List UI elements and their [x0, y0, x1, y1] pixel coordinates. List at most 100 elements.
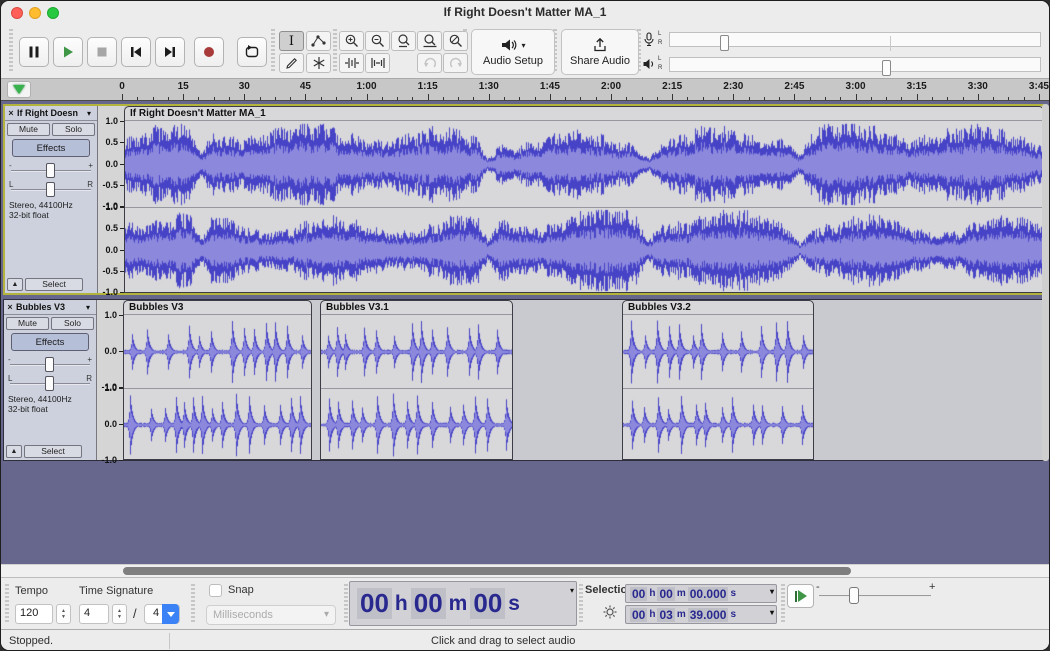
- audio-setup-button[interactable]: ▾ Audio Setup: [471, 29, 555, 75]
- time-format-caret-icon[interactable]: [570, 586, 574, 595]
- waveform-channel[interactable]: [321, 389, 512, 460]
- track-waveform-lane[interactable]: If Right Doesn't Matter MA_1: [124, 106, 1042, 293]
- track-menu-caret-icon[interactable]: [87, 109, 97, 118]
- pan-slider[interactable]: L R: [9, 180, 93, 196]
- clip-title[interactable]: If Right Doesn't Matter MA_1: [125, 107, 1043, 121]
- play-at-speed-button[interactable]: [787, 584, 814, 608]
- toolbar-grip[interactable]: [9, 29, 13, 72]
- gain-slider-thumb[interactable]: [45, 357, 54, 372]
- skip-to-end-button[interactable]: [155, 37, 185, 67]
- zoom-in-button[interactable]: [339, 31, 364, 51]
- audio-position-display[interactable]: 00 h 00 m 00 s: [349, 581, 577, 626]
- play-button[interactable]: [53, 37, 83, 67]
- pan-slider[interactable]: L R: [8, 374, 92, 390]
- stop-button[interactable]: [87, 37, 117, 67]
- time-signature-upper-input[interactable]: 4: [79, 604, 109, 624]
- gain-slider[interactable]: - +: [8, 355, 92, 371]
- selection-tool-button[interactable]: I: [279, 31, 304, 51]
- skip-to-start-button[interactable]: [121, 37, 151, 67]
- vertical-scale-ruler[interactable]: 1.00.50.0-0.5-1.01.00.50.0-0.5-1.0: [97, 106, 124, 293]
- playback-speed-slider-track[interactable]: [819, 595, 931, 597]
- track-close-icon[interactable]: [5, 108, 17, 118]
- vertical-scrollbar-thumb[interactable]: [1042, 104, 1049, 461]
- selection-start-display[interactable]: 00 h 00 m 00.000 s: [625, 584, 777, 603]
- mute-button[interactable]: Mute: [6, 317, 49, 330]
- draw-tool-button[interactable]: [279, 53, 304, 73]
- waveform-channel[interactable]: [623, 389, 813, 460]
- loop-region-pin-button[interactable]: [7, 81, 31, 98]
- selection-end-display[interactable]: 00 h 03 m 39.000 s: [625, 605, 777, 624]
- redo-button[interactable]: [443, 53, 468, 73]
- sel-start-minutes[interactable]: 00: [657, 587, 674, 601]
- envelope-tool-button[interactable]: [306, 31, 331, 51]
- gain-slider-thumb[interactable]: [46, 163, 55, 178]
- effects-button[interactable]: Effects: [11, 333, 89, 351]
- toolbar-grip[interactable]: [5, 584, 9, 623]
- selection-settings-gear-icon[interactable]: [603, 605, 617, 619]
- snap-checkbox[interactable]: [209, 584, 222, 597]
- horizontal-scrollbar[interactable]: [1, 564, 1049, 577]
- share-audio-button[interactable]: Share Audio: [561, 29, 639, 75]
- waveform-channel[interactable]: [125, 122, 1043, 207]
- audio-clip[interactable]: Bubbles V3: [123, 300, 312, 460]
- time-signature-stepper[interactable]: ▲▼: [112, 604, 127, 624]
- sel-start-seconds[interactable]: 00.000: [688, 587, 729, 601]
- record-button[interactable]: [194, 37, 224, 67]
- undo-button[interactable]: [417, 53, 442, 73]
- track-header[interactable]: Bubbles V3: [4, 300, 96, 315]
- pan-slider-thumb[interactable]: [46, 182, 55, 197]
- sel-end-minutes[interactable]: 03: [657, 608, 674, 622]
- collapse-track-button[interactable]: [6, 445, 22, 458]
- track-name[interactable]: If Right Doesn: [17, 108, 87, 118]
- effects-button[interactable]: Effects: [12, 139, 90, 157]
- sel-start-hours[interactable]: 00: [630, 587, 647, 601]
- position-seconds[interactable]: 00: [470, 588, 505, 619]
- select-track-button[interactable]: Select: [25, 278, 83, 291]
- solo-button[interactable]: Solo: [51, 317, 94, 330]
- vertical-scale-ruler[interactable]: 1.00.0-1.01.00.0-1.0: [96, 300, 123, 460]
- sel-end-hours[interactable]: 00: [630, 608, 647, 622]
- position-minutes[interactable]: 00: [411, 588, 446, 619]
- clip-title[interactable]: Bubbles V3.2: [623, 301, 813, 315]
- toolbar-grip[interactable]: [579, 584, 583, 623]
- time-signature-lower-select[interactable]: 4: [144, 604, 180, 624]
- horizontal-scrollbar-thumb[interactable]: [123, 567, 851, 575]
- waveform-channel[interactable]: [321, 316, 512, 388]
- loop-button[interactable]: [237, 37, 267, 67]
- pan-slider-thumb[interactable]: [45, 376, 54, 391]
- position-hours[interactable]: 00: [357, 588, 392, 619]
- track-if-right-doesnt-matter[interactable]: If Right Doesn Mute Solo Effects - + L R: [3, 104, 1044, 295]
- pause-button[interactable]: [19, 37, 49, 67]
- gain-slider[interactable]: - +: [9, 161, 93, 177]
- playback-speed-slider-thumb[interactable]: [849, 587, 859, 604]
- toolbar-grip[interactable]: [344, 584, 348, 623]
- waveform-channel[interactable]: [124, 316, 311, 388]
- recording-meter-bar[interactable]: [669, 32, 1041, 47]
- track-menu-caret-icon[interactable]: [86, 303, 96, 312]
- toolbar-grip[interactable]: [781, 584, 785, 623]
- timeline-ruler[interactable]: 01530451:001:151:301:452:002:152:302:453…: [1, 79, 1049, 101]
- collapse-track-button[interactable]: [7, 278, 23, 291]
- clip-title[interactable]: Bubbles V3: [124, 301, 311, 315]
- toolbar-grip[interactable]: [333, 29, 337, 72]
- track-close-icon[interactable]: [4, 302, 16, 312]
- track-name[interactable]: Bubbles V3: [16, 302, 86, 312]
- tempo-input[interactable]: 120: [15, 604, 53, 624]
- toolbar-grip[interactable]: [271, 29, 275, 72]
- playback-meter-bar[interactable]: [669, 57, 1041, 72]
- waveform-channel[interactable]: [124, 389, 311, 460]
- multi-tool-button[interactable]: [306, 53, 331, 73]
- solo-button[interactable]: Solo: [52, 123, 95, 136]
- fit-project-button[interactable]: [417, 31, 442, 51]
- track-bubbles-v3[interactable]: Bubbles V3 Mute Solo Effects - + L R: [3, 299, 1044, 461]
- clip-title[interactable]: Bubbles V3.1: [321, 301, 512, 315]
- audio-clip[interactable]: Bubbles V3.1: [320, 300, 513, 460]
- audio-clip[interactable]: Bubbles V3.2: [622, 300, 814, 460]
- select-track-button[interactable]: Select: [24, 445, 82, 458]
- fit-selection-button[interactable]: [391, 31, 416, 51]
- audio-clip[interactable]: If Right Doesn't Matter MA_1: [124, 106, 1044, 293]
- tempo-stepper[interactable]: ▲▼: [56, 604, 71, 624]
- time-format-caret-icon[interactable]: [770, 587, 774, 596]
- recording-volume-slider[interactable]: [720, 35, 729, 51]
- mute-button[interactable]: Mute: [7, 123, 50, 136]
